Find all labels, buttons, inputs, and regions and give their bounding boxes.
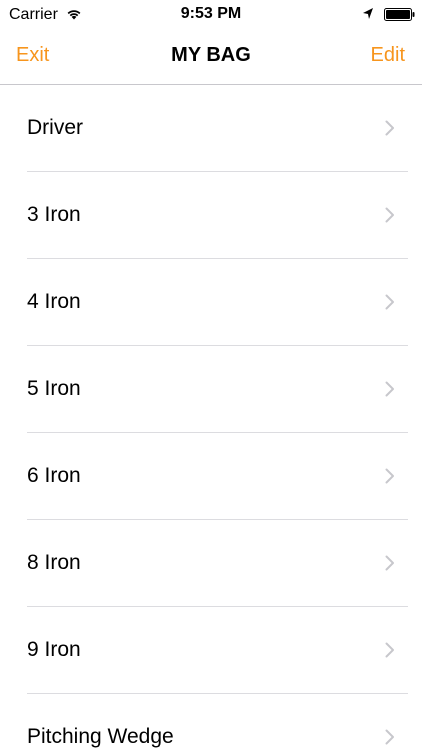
club-label: 4 Iron: [27, 290, 81, 313]
club-list: Driver 3 Iron 4 Iron 5 Iron 6 Iron 8 Iro…: [0, 85, 422, 750]
club-label: 8 Iron: [27, 551, 81, 574]
club-label: 6 Iron: [27, 464, 81, 487]
list-item[interactable]: 6 Iron: [0, 433, 422, 520]
chevron-right-icon: [385, 555, 394, 571]
chevron-right-icon: [385, 468, 394, 484]
list-item[interactable]: 9 Iron: [0, 607, 422, 694]
list-item[interactable]: 8 Iron: [0, 520, 422, 607]
club-label: 9 Iron: [27, 638, 81, 661]
battery-icon: [384, 8, 415, 21]
list-item[interactable]: 3 Iron: [0, 172, 422, 259]
chevron-right-icon: [385, 120, 394, 136]
edit-button[interactable]: Edit: [371, 44, 405, 67]
list-item[interactable]: 5 Iron: [0, 346, 422, 433]
chevron-right-icon: [385, 294, 394, 310]
navigation-bar: Exit MY BAG Edit: [0, 30, 422, 85]
club-label: 3 Iron: [27, 203, 81, 226]
chevron-right-icon: [385, 381, 394, 397]
location-icon: [363, 8, 373, 19]
page-title: MY BAG: [171, 44, 251, 66]
club-label: Driver: [27, 116, 83, 139]
status-time: 9:53 PM: [180, 5, 242, 22]
list-item[interactable]: 4 Iron: [0, 259, 422, 346]
list-item[interactable]: Driver: [0, 85, 422, 172]
status-bar: Carrier 9:53 PM: [0, 0, 422, 30]
club-label: 5 Iron: [27, 377, 81, 400]
chevron-right-icon: [385, 729, 394, 745]
chevron-right-icon: [385, 207, 394, 223]
exit-button[interactable]: Exit: [16, 44, 49, 67]
club-label: Pitching Wedge: [27, 725, 174, 748]
list-item[interactable]: Pitching Wedge: [0, 694, 422, 750]
screen: Carrier 9:53 PM Exit MY BAG Edit Driver …: [0, 0, 422, 750]
chevron-right-icon: [385, 642, 394, 658]
